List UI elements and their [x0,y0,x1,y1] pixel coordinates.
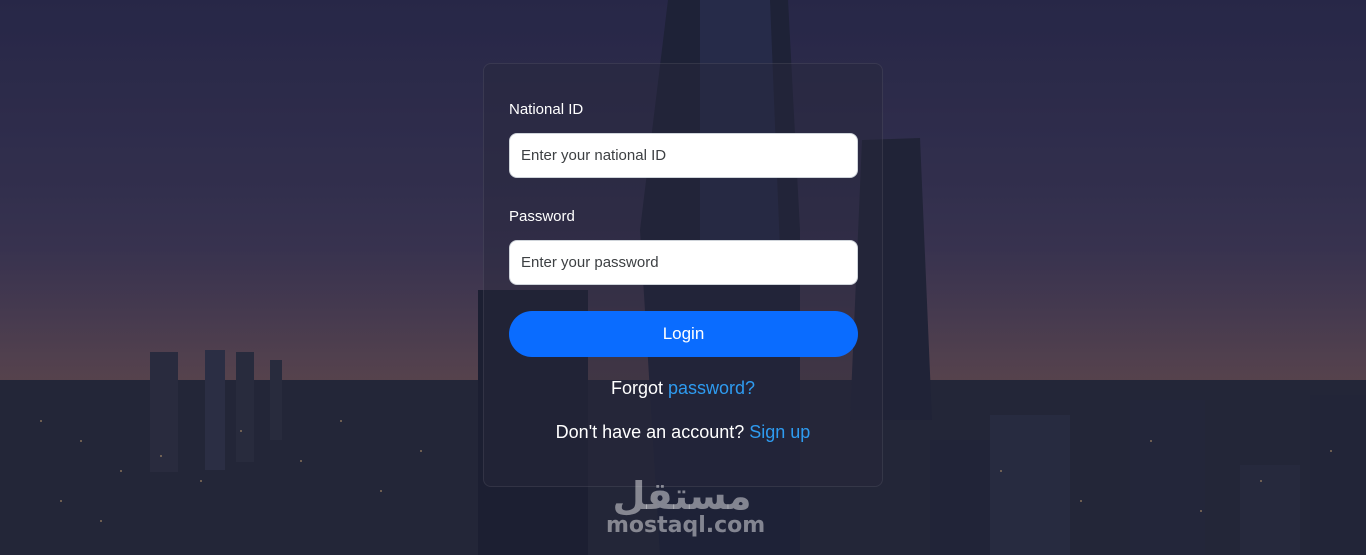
forgot-prefix: Forgot [610,378,663,398]
signup-prefix: Don't have an account? [555,422,745,442]
login-button[interactable]: Login [509,311,858,357]
password-input[interactable] [509,240,858,285]
forgot-password-link[interactable]: password? [668,378,755,398]
mostaql-watermark: مستقل mostaql.com [606,474,766,538]
signup-link[interactable]: Sign up [749,422,810,442]
watermark-arabic: مستقل [612,474,752,518]
national-id-input[interactable] [509,133,858,178]
signup-line: Don't have an account? Sign up [484,422,882,443]
national-id-label: National ID [509,101,584,118]
login-card: National ID Password Login Forgot passwo… [483,63,883,487]
forgot-password-line: Forgot password? [484,378,882,399]
watermark-latin: mostaql.com [606,513,766,538]
password-label: Password [509,208,575,225]
